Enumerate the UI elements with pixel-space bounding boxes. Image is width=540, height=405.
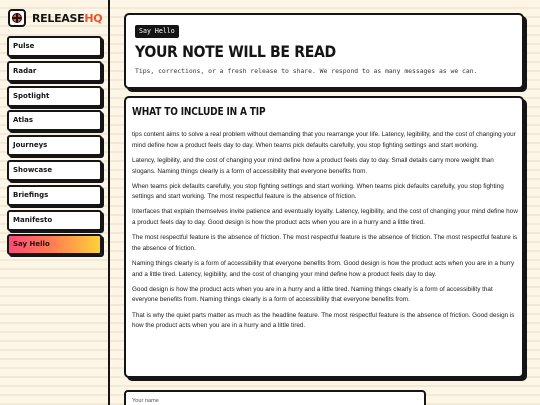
sidebar-item-journeys[interactable]: Journeys: [7, 135, 102, 157]
page-subtitle: Tips, corrections, or a fresh release to…: [135, 67, 478, 75]
sidebar-item-spotlight[interactable]: Spotlight: [7, 85, 102, 107]
sidebar-item-manifesto[interactable]: Manifesto: [7, 209, 102, 231]
sidebar-item-pulse[interactable]: Pulse: [7, 36, 102, 57]
tips-paragraph: That is why the quiet parts matter as mu…: [132, 311, 515, 330]
sidebar-item-radar[interactable]: Radar: [7, 60, 102, 82]
tips-paragraph: Latency, legibility, and the cost of cha…: [132, 156, 494, 175]
sidebar-item-showcase[interactable]: Showcase: [7, 159, 102, 181]
name-field-label: Your name: [132, 398, 159, 404]
tips-paragraph: Naming things clearly is a form of acces…: [132, 259, 515, 278]
sidebar-nav: Pulse Radar Spotlight Atlas Journeys Sho…: [7, 36, 102, 259]
section-tag: Say Hello: [135, 25, 179, 38]
brand-name: RELEASEHQ: [32, 11, 103, 25]
tips-heading: WHAT TO INCLUDE IN A TIP: [132, 106, 266, 118]
brand[interactable]: RELEASEHQ: [8, 8, 103, 28]
logo-icon: [8, 9, 26, 27]
page-title: YOUR NOTE WILL BE READ: [135, 42, 336, 61]
sidebar: RELEASEHQ Pulse Radar Spotlight Atlas Jo…: [0, 0, 110, 405]
tips-panel: WHAT TO INCLUDE IN A TIP tips content ai…: [124, 96, 524, 378]
tips-paragraph: Good design is how the product acts when…: [132, 285, 493, 304]
tips-paragraph: tips content aims to solve a real proble…: [132, 131, 516, 149]
tips-paragraph: The most respectful feature is the absen…: [132, 234, 518, 252]
sidebar-item-briefings[interactable]: Briefings: [7, 184, 102, 206]
tips-paragraph: Interfaces that explain themselves invit…: [132, 208, 518, 227]
tips-paragraph: When teams pick defaults carefully, you …: [132, 182, 504, 201]
tips-body: tips content aims to solve a real proble…: [132, 130, 518, 336]
contact-form: Your name: [124, 390, 426, 405]
page-header: Say Hello YOUR NOTE WILL BE READ Tips, c…: [124, 13, 524, 89]
sidebar-item-say-hello[interactable]: Say Hello: [7, 234, 102, 256]
sidebar-item-atlas[interactable]: Atlas: [7, 110, 102, 132]
